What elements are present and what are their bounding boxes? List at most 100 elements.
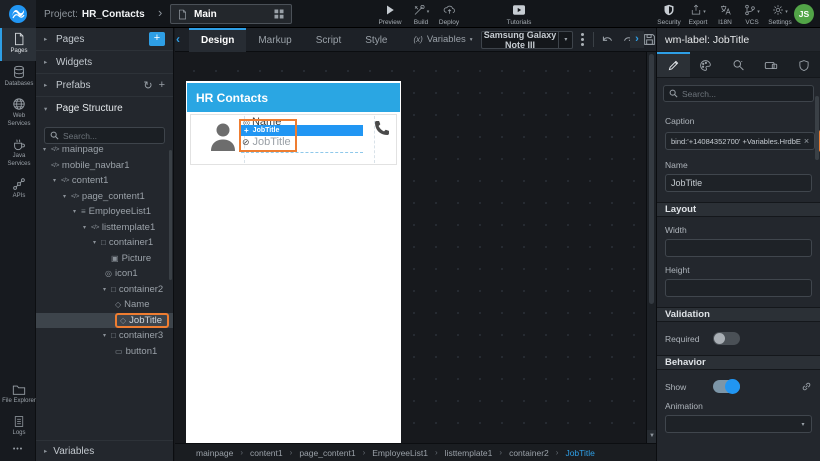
rail-item-file-explorer[interactable]: File Explorer — [0, 379, 36, 411]
tree-node-listtemplate1[interactable]: ▾ </> listtemplate1 — [36, 220, 173, 236]
caption-input[interactable]: bind:'+14084352700' +Variables.HrdbE × — [665, 132, 816, 150]
build-caret-icon: ▾ — [426, 9, 430, 15]
device-selector[interactable]: Samsung Galaxy Note III ▾ — [480, 30, 574, 50]
section-variables[interactable]: ▸ Variables — [36, 440, 173, 461]
rail-item-web-services[interactable]: Web Services — [0, 93, 36, 133]
tab-styles[interactable] — [690, 52, 723, 77]
variables-dropdown[interactable]: (x) Variables ▾ — [414, 34, 473, 45]
user-avatar[interactable]: JS — [794, 4, 814, 24]
rail-more-icon[interactable]: ••• — [0, 442, 36, 457]
tree-node-page_content1[interactable]: ▾ </> page_content1 — [36, 189, 173, 205]
breadcrumb-item-listtemplate1[interactable]: listtemplate1 — [445, 448, 493, 458]
tutorials-button[interactable]: Tutorials — [502, 2, 536, 27]
tree-expand-icon[interactable]: ▾ — [51, 177, 58, 184]
tree-node-icon1[interactable]: ◎ icon1 — [36, 266, 173, 282]
layout-section-header[interactable]: Layout — [657, 202, 820, 217]
show-toggle[interactable] — [713, 379, 740, 394]
picture-person-icon[interactable] — [209, 121, 237, 153]
tree-expand-icon[interactable]: ▾ — [91, 239, 98, 246]
tree-node-button1[interactable]: ▭ button1 — [36, 344, 173, 360]
show-bind-button[interactable] — [801, 381, 812, 392]
undo-icon[interactable] — [601, 33, 614, 46]
prefabs-refresh-icon[interactable]: ↻ — [143, 79, 152, 92]
tree-expand-icon[interactable]: ▾ — [101, 332, 108, 339]
tree-node-mobile_navbar1[interactable]: </> mobile_navbar1 — [36, 158, 173, 174]
preview-button[interactable]: Preview — [373, 2, 407, 27]
breadcrumb-item-EmployeeList1[interactable]: EmployeeList1 — [372, 448, 428, 458]
tree-node-mainpage[interactable]: ▾ </> mainpage — [36, 142, 173, 158]
animation-select[interactable]: ▾ — [665, 415, 812, 433]
phone-call-icon[interactable] — [373, 119, 391, 137]
save-icon[interactable] — [643, 33, 656, 46]
tree-expand-icon[interactable]: ▾ — [71, 208, 78, 215]
prefabs-add-icon[interactable]: + — [159, 79, 165, 91]
page-structure-tree: ▾ </> mainpage </> mobile_navbar1 ▾ </> content… — [36, 142, 173, 359]
security-shield-icon — [664, 4, 674, 16]
rail-item-pages[interactable]: Pages — [0, 28, 36, 61]
validation-section-header[interactable]: Validation — [657, 307, 820, 322]
device-selector-arrow-icon: ▾ — [558, 31, 572, 48]
icon-widget-icon: ◎ — [105, 269, 112, 279]
pages-grid-icon[interactable] — [273, 8, 285, 20]
tree-expand-icon[interactable]: ▾ — [81, 224, 88, 231]
tree-node-EmployeeList1[interactable]: ▾ ≡ EmployeeList1 — [36, 204, 173, 220]
add-page-button[interactable]: + — [149, 32, 165, 46]
tab-device[interactable] — [755, 52, 788, 77]
tab-events[interactable] — [722, 52, 755, 77]
section-page-structure[interactable]: ▾ Page Structure — [36, 97, 173, 120]
required-field-row: Required — [665, 332, 812, 345]
settings-button[interactable]: ▾ Settings — [763, 2, 797, 27]
rail-item-logs[interactable]: Logs — [0, 411, 36, 443]
left-panel-scrollbar[interactable] — [169, 150, 172, 280]
canvas-tab-script[interactable]: Script — [304, 28, 354, 52]
width-input[interactable] — [665, 239, 812, 257]
height-field-label: Height — [665, 265, 690, 275]
breadcrumb-item-mainpage[interactable]: mainpage — [196, 448, 233, 458]
rail-item-java-services[interactable]: Java Services — [0, 133, 36, 173]
page-tab-main[interactable]: Main — [170, 4, 292, 24]
canvas-workspace[interactable]: HR Contacts ◎ Name + JobTitle ⊘ JobTitle — [175, 52, 646, 461]
tree-node-Picture[interactable]: ▣ Picture — [36, 251, 173, 267]
tree-node-JobTitle[interactable]: ◇ JobTitle — [36, 312, 173, 328]
canvas-tab-markup[interactable]: Markup — [246, 28, 303, 52]
collapse-right-panel-icon[interactable]: › — [630, 31, 644, 48]
canvas-more-icon[interactable] — [581, 33, 585, 46]
tree-node-container1[interactable]: ▾ □ container1 — [36, 235, 173, 251]
phone-preview[interactable]: HR Contacts ◎ Name + JobTitle ⊘ JobTitle — [186, 81, 401, 461]
section-pages[interactable]: ▸ Pages + — [36, 28, 173, 51]
canvas-tab-design[interactable]: Design — [189, 27, 247, 52]
properties-scrollbar[interactable] — [815, 96, 819, 160]
breadcrumb-item-JobTitle[interactable]: JobTitle — [565, 448, 594, 458]
breadcrumb-item-container2[interactable]: container2 — [509, 448, 549, 458]
tree-expand-icon[interactable]: ▾ — [41, 146, 48, 153]
section-prefabs[interactable]: ▸ Prefabs ↻ + — [36, 74, 173, 97]
canvas-scrollbar[interactable]: ▼ — [646, 52, 657, 443]
canvas-tab-style[interactable]: Style — [353, 28, 399, 52]
tab-properties[interactable] — [657, 52, 690, 77]
rail-item-databases[interactable]: Databases — [0, 61, 36, 94]
deploy-button[interactable]: Deploy — [432, 2, 466, 27]
rail-item-apis[interactable]: APIs — [0, 173, 36, 206]
behavior-section-header[interactable]: Behavior — [657, 355, 820, 370]
tree-node-container2[interactable]: ▾ □ container2 — [36, 282, 173, 298]
tree-node-container3[interactable]: ▾ □ container3 — [36, 328, 173, 344]
tree-node-content1[interactable]: ▾ </> content1 — [36, 173, 173, 189]
properties-search-input[interactable]: Search... — [663, 85, 814, 102]
height-input[interactable] — [665, 279, 812, 297]
breadcrumb-separator-icon: › — [435, 448, 438, 457]
name-input[interactable]: JobTitle — [665, 174, 812, 192]
project-name[interactable]: HR_Contacts — [82, 9, 145, 20]
canvas-scrollbar-thumb[interactable] — [649, 54, 654, 304]
tree-expand-icon[interactable]: ▾ — [101, 286, 108, 293]
tree-node-Name[interactable]: ◇ Name — [36, 297, 173, 313]
breadcrumb-item-page_content1[interactable]: page_content1 — [299, 448, 355, 458]
mobile-navbar[interactable]: HR Contacts — [187, 83, 400, 112]
breadcrumb-item-content1[interactable]: content1 — [250, 448, 283, 458]
caption-clear-icon[interactable]: × — [804, 136, 809, 146]
app-logo[interactable] — [0, 0, 36, 28]
tree-expand-icon[interactable]: ▾ — [61, 193, 68, 200]
tab-security[interactable] — [787, 52, 820, 77]
required-toggle[interactable] — [713, 332, 740, 345]
collapse-left-panel-icon[interactable]: ‹ — [176, 32, 180, 46]
section-widgets[interactable]: ▸ Widgets — [36, 51, 173, 74]
